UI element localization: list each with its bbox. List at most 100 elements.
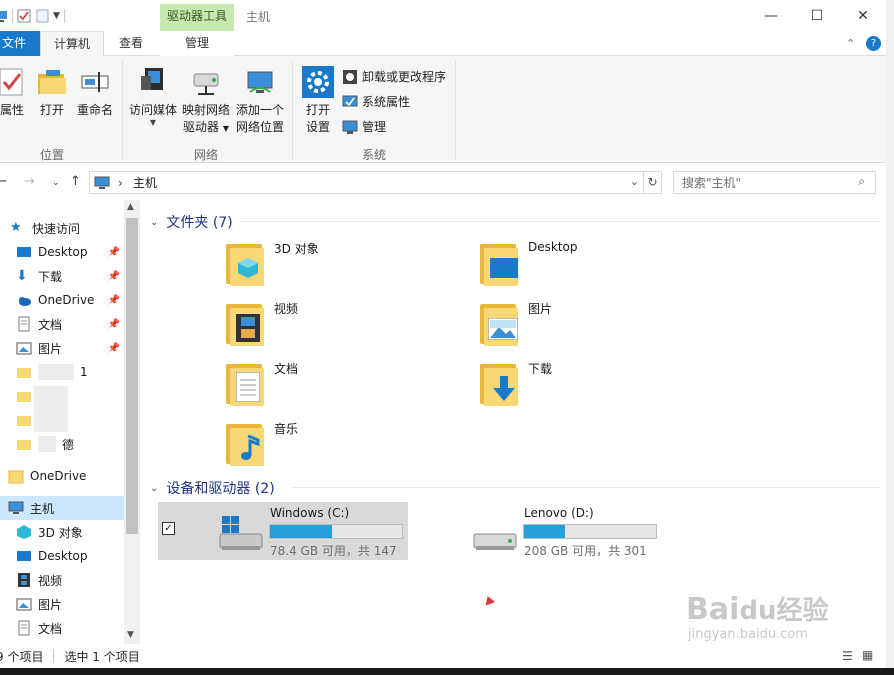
3d-objects-folder-icon (226, 240, 266, 288)
scroll-up-icon[interactable]: ▲ (127, 202, 134, 212)
pin-icon[interactable]: 📌 (108, 319, 120, 330)
system-properties-label: 系统属性 (362, 95, 411, 109)
system-properties-icon (342, 94, 358, 110)
new-folder-icon[interactable] (35, 9, 49, 23)
ribbon-tab-row: 文件 计算机 查看 管理 ⌃ ? (0, 31, 886, 57)
nav-item-folder[interactable] (16, 408, 124, 432)
folder-item[interactable]: 视频 (226, 300, 298, 348)
cube-icon (16, 524, 32, 540)
folder-item[interactable]: 3D 对象 (226, 240, 319, 288)
map-drive-label-2: 驱动器 ▼ (183, 120, 229, 134)
manage-icon (342, 119, 358, 135)
manage-label: 管理 (362, 120, 387, 134)
desktop-icon (16, 244, 32, 260)
refresh-icon[interactable]: ↻ (644, 171, 662, 194)
picture-icon (16, 596, 32, 612)
nav-quick-access[interactable]: ★ 快速访问 (10, 216, 134, 240)
drive-free-space: 208 GB 可用，共 301 (524, 544, 647, 558)
nav-pc-pictures[interactable]: 图片 (16, 592, 124, 616)
drive-tools-context-label: 驱动器工具 (160, 4, 234, 31)
pin-icon[interactable]: 📌 (108, 271, 120, 282)
address-bar[interactable]: › 主机 ⌄ (89, 171, 644, 194)
ribbon-collapse-icon[interactable]: ⌃ (846, 37, 855, 50)
nav-this-pc[interactable]: 主机 (0, 496, 124, 520)
dropdown-arrow-icon: ▼ (222, 124, 229, 133)
tab-view[interactable]: 查看 (106, 31, 156, 56)
breadcrumb-separator[interactable]: › (118, 176, 123, 190)
tab-file[interactable]: 文件 (0, 31, 40, 56)
system-properties-button[interactable]: 系统属性 (342, 93, 410, 110)
search-icon[interactable]: ⌕ (858, 174, 865, 189)
nav-item-pictures[interactable]: 图片 📌 (16, 336, 124, 360)
computer-icon[interactable] (0, 9, 8, 23)
open-button[interactable]: 打开 (34, 66, 70, 119)
nav-pc-documents[interactable]: 文档 (16, 616, 124, 640)
details-view-icon[interactable]: ☰ (842, 649, 853, 663)
drive-item-c[interactable]: ✓ Windows (C:) 78.4 GB 可用，共 147 (158, 502, 408, 560)
collapse-chevron-icon[interactable]: ⌄ (150, 217, 158, 228)
properties-icon (0, 66, 28, 98)
nav-pc-3d-objects[interactable]: 3D 对象 (16, 520, 124, 544)
address-row: ← → ⌄ ↑ › 主机 ⌄ ↻ 搜索"主机" ⌕ (0, 164, 886, 200)
nav-item-folder[interactable] (16, 384, 124, 408)
rename-button[interactable]: 重命名 (74, 66, 116, 119)
minimize-button[interactable]: — (748, 0, 794, 31)
tab-manage[interactable]: 管理 (160, 31, 234, 56)
search-input[interactable]: 搜索"主机" ⌕ (673, 171, 876, 194)
scroll-down-icon[interactable]: ▼ (127, 630, 134, 640)
forward-arrow-icon[interactable]: → (24, 174, 35, 189)
back-arrow-icon[interactable]: ← (0, 174, 7, 189)
uninstall-programs-button[interactable]: 卸载或更改程序 (342, 68, 446, 85)
add-network-location-button[interactable]: 添加一个 网络位置 (234, 66, 286, 136)
videos-folder-icon (226, 300, 266, 348)
folder-name: 视频 (274, 302, 299, 316)
properties-button[interactable]: 属性 (0, 66, 32, 119)
manage-button[interactable]: 管理 (342, 118, 386, 135)
status-item-count: 9 个项目 (0, 649, 44, 664)
nav-scrollbar-thumb[interactable] (126, 218, 138, 534)
open-settings-button[interactable]: 打开 设置 (298, 66, 338, 136)
folder-item[interactable]: 图片 (480, 300, 552, 348)
collapse-chevron-icon[interactable]: ⌄ (150, 483, 158, 494)
rename-label: 重命名 (76, 103, 113, 117)
nav-pc-desktop[interactable]: Desktop (16, 544, 124, 568)
drive-item-d[interactable]: Lenovo (D:) 208 GB 可用，共 301 (470, 502, 730, 560)
network-group-label: 网络 (194, 148, 219, 162)
properties-check-icon[interactable] (17, 9, 31, 23)
large-icons-view-icon[interactable]: ▦ (862, 648, 873, 662)
folder-item[interactable]: 音乐 (226, 420, 298, 468)
nav-item-downloads[interactable]: ⬇ 下载 📌 (16, 264, 124, 288)
access-media-button[interactable]: 访问媒体 ▼ (128, 66, 178, 127)
pin-icon[interactable]: 📌 (108, 247, 120, 258)
nav-item-desktop[interactable]: Desktop 📌 (16, 240, 124, 264)
nav-onedrive[interactable]: OneDrive (8, 464, 132, 488)
map-network-drive-button[interactable]: 映射网络 驱动器 ▼ (180, 66, 232, 137)
tab-computer[interactable]: 计算机 (40, 31, 104, 57)
pin-icon[interactable]: 📌 (108, 295, 120, 306)
computer-icon (94, 176, 110, 190)
watermark-url: jingyan.baidu.com (688, 627, 808, 642)
close-button[interactable]: ✕ (840, 0, 886, 31)
nav-item-documents[interactable]: 文档 📌 (16, 312, 124, 336)
up-arrow-icon[interactable]: ↑ (70, 174, 81, 189)
nav-pc-videos[interactable]: 视频 (16, 568, 124, 592)
drives-group-header[interactable]: ⌄ 设备和驱动器 (2) (150, 478, 275, 498)
folders-group-header[interactable]: ⌄ 文件夹 (7) (150, 212, 233, 232)
selection-checkbox[interactable]: ✓ (162, 522, 175, 535)
breadcrumb-this-pc[interactable]: 主机 (133, 174, 157, 191)
nav-item-folder[interactable]: 1 (16, 360, 124, 384)
help-icon[interactable]: ? (866, 36, 881, 51)
recent-locations-icon[interactable]: ⌄ (52, 178, 60, 188)
nav-item-onedrive[interactable]: OneDrive 📌 (16, 288, 124, 312)
status-selected: 选中 1 个项目 (64, 649, 140, 664)
blurred-label (38, 436, 56, 452)
pin-icon[interactable]: 📌 (108, 343, 120, 354)
maximize-button[interactable]: ☐ (794, 0, 840, 31)
nav-item-folder[interactable]: 德 (16, 432, 124, 456)
drive-usage-bar (269, 524, 403, 539)
qat-dropdown-icon[interactable]: ▼ (53, 11, 60, 21)
address-dropdown-icon[interactable]: ⌄ (630, 175, 639, 188)
folder-item[interactable]: 下载 (480, 360, 552, 408)
folder-item[interactable]: 文档 (226, 360, 298, 408)
folder-item[interactable]: Desktop (480, 240, 578, 288)
